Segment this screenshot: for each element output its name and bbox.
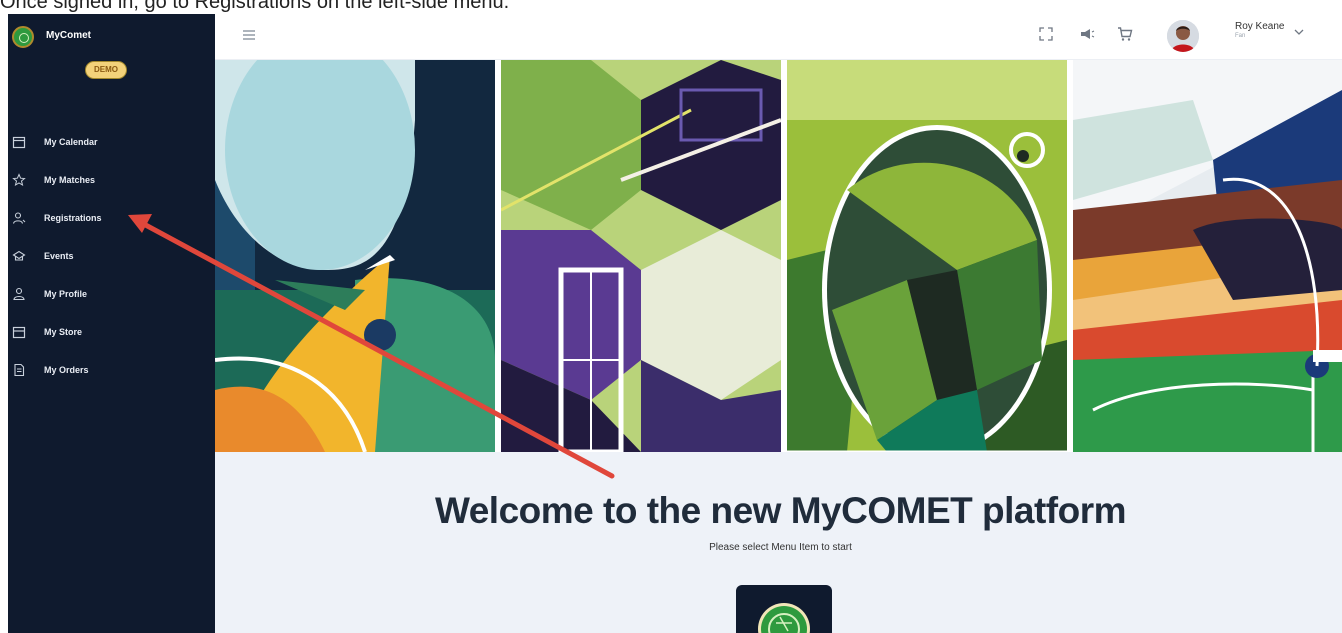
mycomet-logo-icon bbox=[758, 603, 810, 633]
cart-icon[interactable] bbox=[1117, 26, 1133, 42]
sidebar-item-label: My Matches bbox=[44, 175, 96, 185]
page-subtitle: Please select Menu Item to start bbox=[709, 542, 852, 553]
banner-panel-balloon bbox=[215, 60, 495, 452]
sidebar: MyComet DEMO My Calendar My Matches Regi… bbox=[8, 14, 215, 633]
sidebar-item-label: Events bbox=[44, 251, 74, 261]
instruction-label: Once signed in, go to Registrations on t… bbox=[0, 0, 510, 13]
brand-name: MyComet bbox=[46, 30, 92, 41]
top-bar: Roy Keane Fan bbox=[215, 14, 1342, 60]
sidebar-item-my-calendar[interactable]: My Calendar bbox=[8, 132, 215, 154]
profile-icon bbox=[13, 287, 25, 301]
page-title: Welcome to the new MyCOMET platform bbox=[434, 490, 1127, 531]
sidebar-item-my-orders[interactable]: My Orders bbox=[8, 360, 215, 382]
demo-badge: DEMO bbox=[85, 61, 127, 79]
sidebar-item-events[interactable]: Events bbox=[8, 246, 215, 268]
user-register-icon bbox=[12, 212, 26, 224]
sidebar-item-label: My Store bbox=[44, 327, 83, 337]
hamburger-menu-icon[interactable] bbox=[241, 27, 257, 43]
chevron-down-icon[interactable] bbox=[1293, 26, 1305, 38]
banner-panel-ball bbox=[787, 60, 1067, 452]
avatar-photo bbox=[1167, 20, 1199, 52]
document-icon bbox=[14, 363, 25, 377]
fullscreen-icon[interactable] bbox=[1038, 26, 1054, 42]
brand[interactable]: MyComet bbox=[8, 14, 215, 60]
user-name[interactable]: Roy Keane bbox=[1235, 21, 1284, 32]
sidebar-item-label: My Profile bbox=[44, 289, 88, 299]
store-icon bbox=[12, 326, 26, 339]
hero-banner bbox=[215, 60, 1342, 452]
sidebar-item-my-profile[interactable]: My Profile bbox=[8, 284, 215, 306]
instruction-text: Once signed in, go to Registrations on t… bbox=[0, 0, 1342, 14]
sidebar-item-registrations[interactable]: Registrations bbox=[8, 208, 215, 230]
mycomet-logo-icon bbox=[12, 26, 34, 48]
banner-panel-goal bbox=[501, 60, 781, 452]
sidebar-item-label: My Orders bbox=[44, 365, 89, 375]
sidebar-item-my-store[interactable]: My Store bbox=[8, 322, 215, 344]
avatar[interactable] bbox=[1167, 20, 1199, 52]
megaphone-icon[interactable] bbox=[1079, 26, 1095, 42]
sidebar-item-label: Registrations bbox=[44, 213, 102, 223]
mycomet-logo bbox=[736, 585, 832, 633]
user-role: Fan bbox=[1235, 33, 1246, 39]
sidebar-item-label: My Calendar bbox=[44, 137, 98, 147]
star-icon bbox=[12, 173, 26, 187]
events-icon bbox=[12, 250, 26, 261]
main-content: Welcome to the new MyCOMET platform Plea… bbox=[215, 452, 1342, 633]
banner-panel-pitch bbox=[1073, 60, 1342, 452]
sidebar-item-my-matches[interactable]: My Matches bbox=[8, 170, 215, 192]
calendar-icon bbox=[12, 136, 26, 149]
